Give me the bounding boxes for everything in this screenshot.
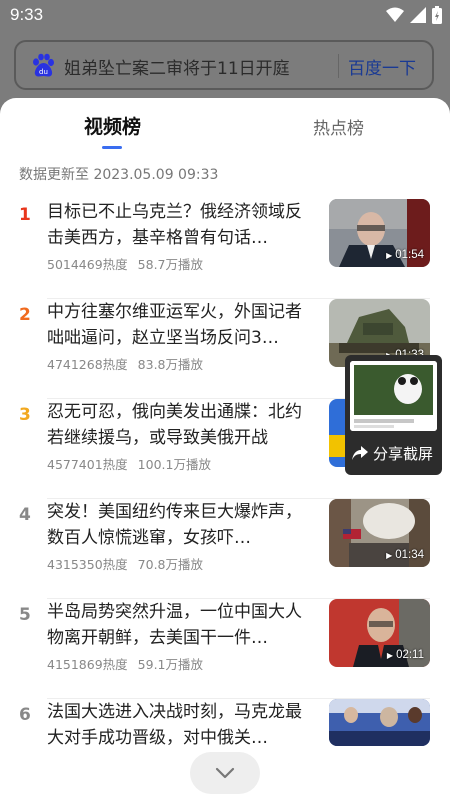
item-heat: 4315350热度 <box>47 557 128 572</box>
item-title[interactable]: 法国大选进入决战时刻，马克龙最大对手成功晋级，对中俄关… <box>47 699 309 751</box>
search-divider <box>338 54 339 78</box>
share-screenshot-popup[interactable]: 分享截屏 <box>345 355 442 475</box>
svg-text:du: du <box>39 68 48 76</box>
status-time: 9:33 <box>10 5 44 24</box>
signal-icon <box>410 7 426 23</box>
tab-video-ranking[interactable]: 视频榜 <box>84 112 141 139</box>
preview-image <box>350 361 437 431</box>
list-item[interactable]: 1 目标已不止乌克兰？俄经济领域反击美西方，基辛格曾有句话… 5014469热度… <box>0 199 450 299</box>
item-rank: 5 <box>19 605 31 625</box>
item-meta: 4315350热度 70.8万播放 <box>47 554 213 573</box>
item-meta: 4577401热度 100.1万播放 <box>47 454 221 473</box>
battery-icon <box>432 6 442 24</box>
video-duration: 01:34 <box>386 549 424 561</box>
search-query[interactable]: 姐弟坠亡案二审将于11日开庭 <box>64 54 290 79</box>
item-title[interactable]: 突发！美国纽约传来巨大爆炸声，数百人惊慌逃窜，女孩吓… <box>47 499 309 551</box>
status-bar: 9:33 <box>0 0 450 32</box>
thumbnail-image <box>329 699 430 746</box>
search-bar[interactable]: du 姐弟坠亡案二审将于11日开庭 百度一下 <box>14 40 434 90</box>
item-plays: 58.7万播放 <box>137 257 204 272</box>
video-thumbnail[interactable]: 01:34 <box>329 499 430 567</box>
item-rank: 4 <box>19 505 31 525</box>
item-meta: 4741268热度 83.8万播放 <box>47 354 213 373</box>
item-heat: 4151869热度 <box>47 657 128 672</box>
active-tab-indicator <box>102 146 122 149</box>
item-plays: 59.1万播放 <box>137 657 204 672</box>
item-title[interactable]: 中方往塞尔维亚运军火，外国记者咄咄逼问，赵立坚当场反问3… <box>47 299 309 351</box>
video-thumbnail[interactable]: 02:11 <box>329 599 430 667</box>
item-meta: 5014469热度 58.7万播放 <box>47 254 213 273</box>
list-item[interactable]: 4 突发！美国纽约传来巨大爆炸声，数百人惊慌逃窜，女孩吓… 4315350热度 7… <box>0 499 450 599</box>
baidu-paw-icon: du <box>33 53 54 77</box>
item-plays: 70.8万播放 <box>137 557 204 572</box>
item-title[interactable]: 目标已不止乌克兰？俄经济领域反击美西方，基辛格曾有句话… <box>47 199 309 251</box>
item-heat: 5014469热度 <box>47 257 128 272</box>
item-plays: 83.8万播放 <box>137 357 204 372</box>
video-thumbnail[interactable]: 01:54 <box>329 199 430 267</box>
share-arrow-icon <box>352 446 368 460</box>
video-thumbnail[interactable] <box>329 699 430 746</box>
item-title[interactable]: 半岛局势突然升温，一位中国大人物离开朝鲜，去美国干一件… <box>47 599 309 651</box>
video-duration: 01:54 <box>386 249 424 261</box>
item-rank: 2 <box>19 305 31 325</box>
share-screenshot-label: 分享截屏 <box>373 445 434 463</box>
item-plays: 100.1万播放 <box>137 457 211 472</box>
tab-hot-ranking[interactable]: 热点榜 <box>313 114 364 139</box>
update-time: 数据更新至 2023.05.09 09:33 <box>19 167 219 183</box>
item-heat: 4577401热度 <box>47 457 128 472</box>
list-item[interactable]: 5 半岛局势突然升温，一位中国大人物离开朝鲜，去美国干一件… 4151869热度… <box>0 599 450 699</box>
video-duration: 02:11 <box>387 649 424 661</box>
item-heat: 4741268热度 <box>47 357 128 372</box>
item-rank: 1 <box>19 205 31 225</box>
search-button[interactable]: 百度一下 <box>348 54 416 79</box>
collapse-button[interactable] <box>190 752 260 794</box>
item-rank: 3 <box>19 405 31 425</box>
item-rank: 6 <box>19 705 31 725</box>
item-meta: 4151869热度 59.1万播放 <box>47 654 213 673</box>
wifi-icon <box>386 7 404 22</box>
screenshot-preview[interactable] <box>350 361 437 431</box>
status-icons <box>386 6 442 24</box>
item-title[interactable]: 忍无可忍，俄向美发出通牒：北约若继续援乌，或导致美俄开战 <box>47 399 309 451</box>
chevron-down-icon <box>215 767 235 779</box>
